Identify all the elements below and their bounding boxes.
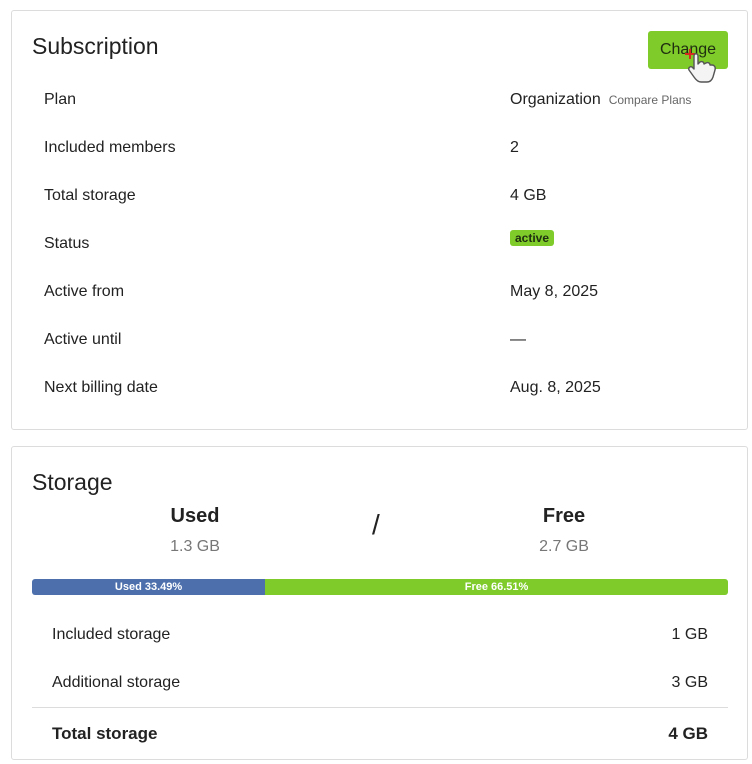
status-row: Status active [44,230,747,259]
plan-value-wrap: Organization Compare Plans [510,91,691,109]
additional-storage-value: 3 GB [671,674,708,691]
next-billing-row: Next billing date Aug. 8, 2025 [44,379,747,403]
status-label: Status [44,235,90,252]
active-until-row: Active until — [44,331,747,355]
subscription-card: Subscription Change Plan Organization Com… [11,10,748,430]
total-storage-value: 4 GB [510,187,547,204]
included-members-value: 2 [510,139,519,156]
total-storage-row: Total storage 4 GB [44,187,747,211]
included-members-row: Included members 2 [44,139,747,163]
included-storage-row: Included storage 1 GB [52,626,708,650]
storage-total-label: Total storage [52,724,158,743]
plan-row: Plan Organization Compare Plans [44,91,747,115]
free-label: Free [542,505,586,527]
next-billing-label: Next billing date [44,379,158,396]
used-label: Used [170,505,220,527]
storage-title: Storage [32,469,113,495]
additional-storage-row: Additional storage 3 GB [52,674,708,698]
used-segment: Used 33.49% [32,579,266,595]
active-from-label: Active from [44,283,125,300]
plan-label: Plan [44,91,77,108]
storage-total-row: Total storage 4 GB [52,724,708,748]
stat-separator: / [372,509,380,540]
subscription-title: Subscription [32,33,159,59]
status-value-wrap: active [510,230,555,253]
compare-plans-link[interactable]: Compare Plans [609,93,692,107]
used-stat: Used 1.3 GB [95,505,295,556]
active-from-value: May 8, 2025 [510,283,599,300]
active-until-value: — [510,331,526,348]
storage-card: Storage Used 1.3 GB / Free 2.7 GB Used 3… [11,446,748,760]
next-billing-value: Aug. 8, 2025 [510,379,601,396]
change-plan-button[interactable]: Change [648,31,728,69]
total-divider [32,707,728,708]
total-storage-label: Total storage [44,187,136,204]
free-stat: Free 2.7 GB [464,505,664,556]
included-storage-value: 1 GB [671,626,708,643]
used-value: 1.3 GB [170,538,220,555]
active-from-row: Active from May 8, 2025 [44,283,747,307]
included-members-label: Included members [44,139,176,156]
additional-storage-label: Additional storage [52,674,181,691]
storage-total-value: 4 GB [668,724,708,743]
storage-usage-bar: Used 33.49% Free 66.51% [32,579,728,595]
active-until-label: Active until [44,331,122,348]
plan-value: Organization [510,91,601,108]
included-storage-label: Included storage [52,626,171,643]
free-value: 2.7 GB [539,538,589,555]
status-badge: active [510,230,555,246]
free-segment: Free 66.51% [265,579,728,595]
